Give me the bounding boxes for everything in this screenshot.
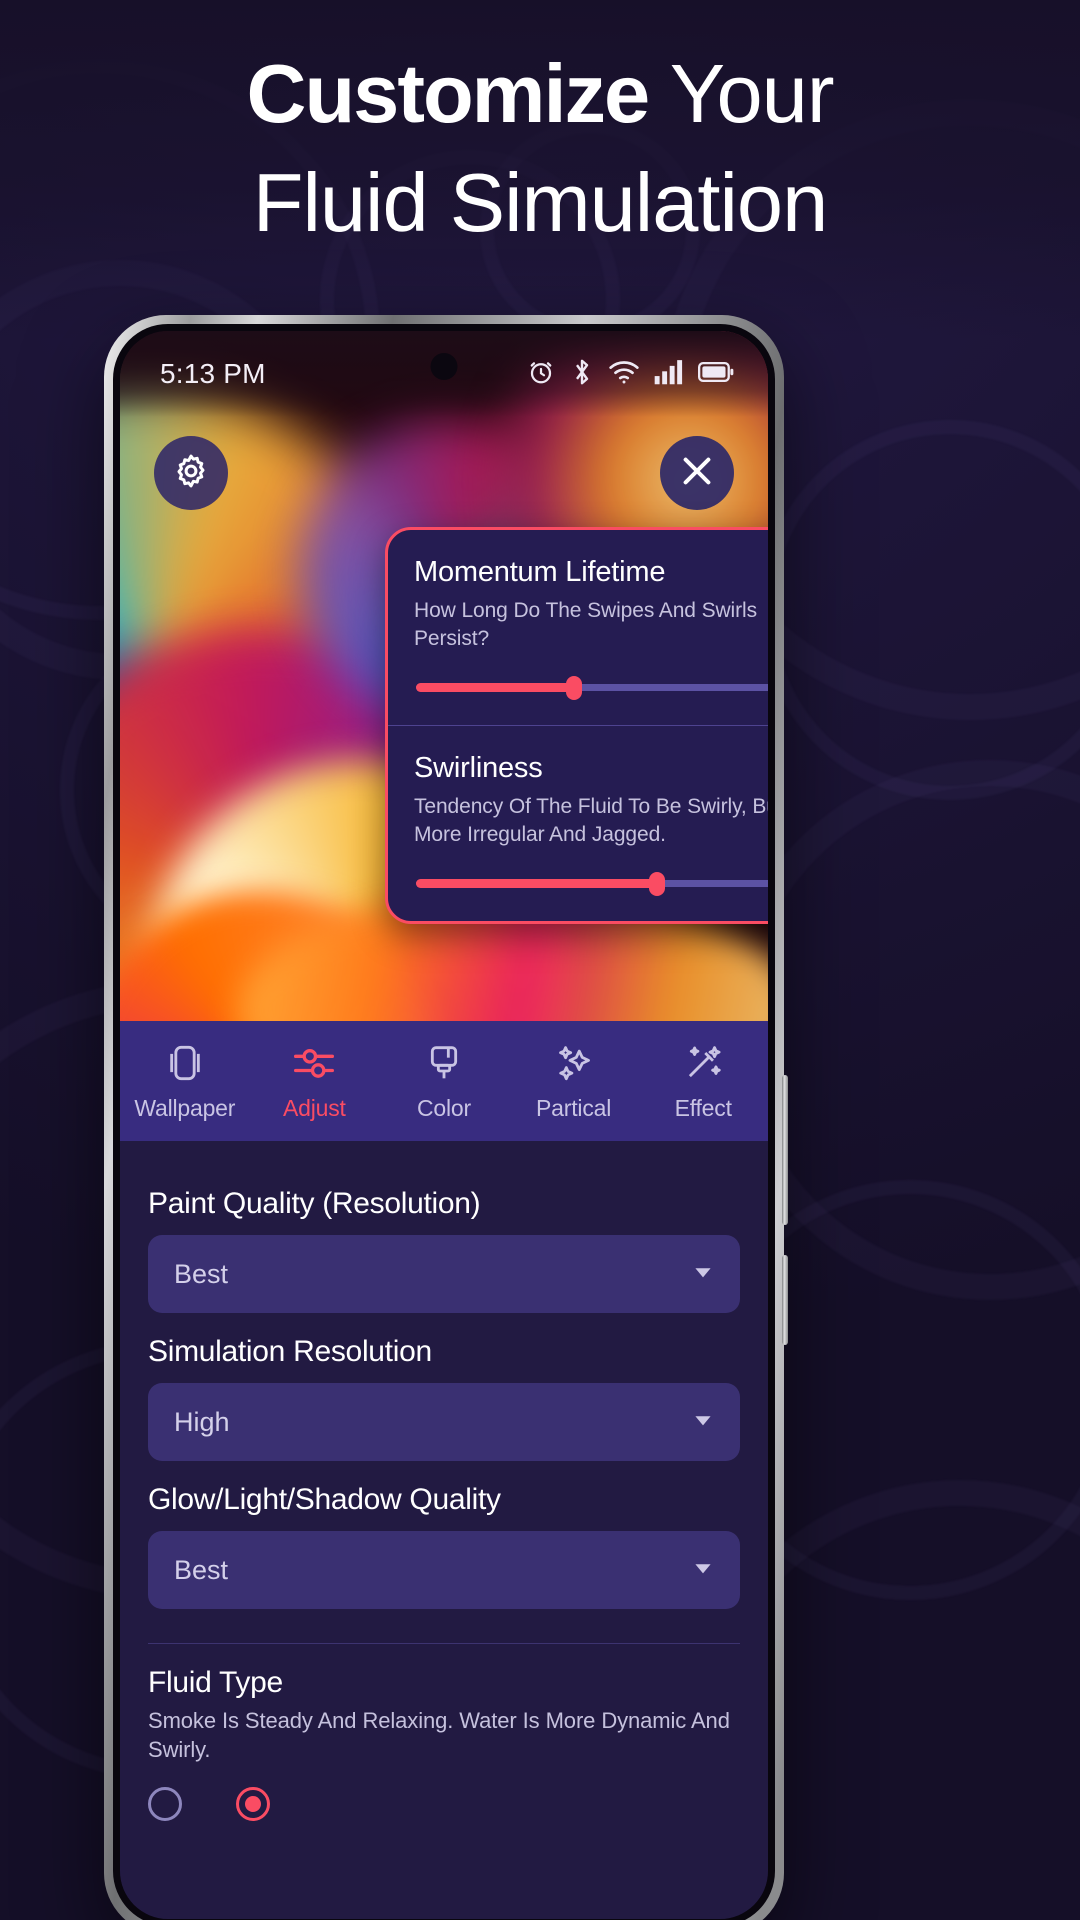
status-icons [526,357,734,392]
dropdown-value: Best [174,1554,229,1585]
setting-label-fluid-type: Fluid Type [148,1666,283,1699]
setting-label-paint-quality: Paint Quality (Resolution) [148,1187,481,1220]
slider-fill [416,878,658,888]
popup-section: Momentum Lifetime How Long Do The Swipes… [388,530,768,725]
slider-fill [416,682,575,692]
chevron-down-icon [690,1407,716,1438]
phone-mockup: 5:13 PM Momentum Lifetime How Long Do Th… [104,315,788,1920]
settings-divider [148,1643,740,1644]
signal-icon [654,359,684,390]
fluid-type-radio-group [148,1786,740,1821]
settings-popup-card: Momentum Lifetime How Long Do The Swipes… [385,527,768,924]
slider-thumb[interactable] [649,871,666,896]
setting-label-simulation-resolution: Simulation Resolution [148,1335,432,1368]
dropdown-value: High [174,1406,230,1437]
chevron-down-icon [690,1555,716,1586]
tab-label: Effect [674,1095,732,1121]
swirliness-slider[interactable] [416,871,768,896]
popup-section-description: How Long Do The Swipes And Swirls Persis… [414,599,757,650]
bottom-tab-bar: Wallpaper Adjust Color Partical Effect [120,1021,768,1141]
tab-color[interactable]: Color [379,1021,509,1141]
magic-wand-icon [682,1040,724,1086]
close-icon [676,450,718,497]
popup-section-title: Swirliness [414,751,543,784]
radio-option-smoke[interactable] [148,1786,182,1821]
tab-adjust[interactable]: Adjust [250,1021,380,1141]
tab-wallpaper[interactable]: Wallpaper [120,1021,250,1141]
dropdown-value: Best [174,1258,229,1289]
tab-label: Color [417,1095,471,1121]
tab-label: Wallpaper [134,1095,236,1121]
momentum-lifetime-slider[interactable] [416,675,768,700]
phone-frame-icon [165,1040,205,1086]
tab-partical[interactable]: Partical [509,1021,639,1141]
headline-line2: Fluid Simulation [252,156,828,249]
chevron-down-icon [690,1259,716,1290]
close-overlay-button[interactable] [660,436,734,510]
camera-punch-hole [430,353,458,380]
alarm-icon [526,357,556,392]
setting-description-fluid-type: Smoke Is Steady And Relaxing. Water Is M… [148,1708,730,1763]
popup-section: Swirliness Tendency Of The Fluid To Be S… [388,724,768,921]
popup-section-description: Tendency Of The Fluid To Be Swirly, But … [414,794,768,846]
paint-roller-icon [424,1040,464,1086]
battery-icon [697,360,734,389]
wifi-icon [608,359,640,390]
phone-volume-button[interactable] [782,1075,788,1225]
dropdown-paint-quality[interactable]: Best [148,1235,740,1313]
sliders-icon [292,1040,336,1086]
headline-light: Your [669,47,835,140]
settings-gear-button[interactable] [154,436,228,510]
promo-headline: Customize Your Fluid Simulation [0,52,1080,244]
sparkles-icon [553,1040,595,1086]
phone-screen: 5:13 PM Momentum Lifetime How Long Do Th… [120,331,768,1919]
radio-option-water[interactable] [236,1786,270,1821]
dropdown-glow-quality[interactable]: Best [148,1531,740,1609]
gear-icon [172,452,210,495]
phone-power-button[interactable] [782,1255,788,1345]
tab-label: Adjust [283,1095,346,1121]
status-clock: 5:13 PM [160,358,266,389]
headline-strong: Customize [246,47,651,140]
setting-label-glow-quality: Glow/Light/Shadow Quality [148,1483,501,1516]
bluetooth-icon [570,357,594,392]
slider-thumb[interactable] [566,675,583,700]
tab-effect[interactable]: Effect [638,1021,768,1141]
settings-panel: Paint Quality (Resolution) Best Simulati… [120,1141,768,1919]
popup-section-title: Momentum Lifetime [414,556,666,588]
dropdown-simulation-resolution[interactable]: High [148,1383,740,1461]
tab-label: Partical [536,1095,612,1121]
